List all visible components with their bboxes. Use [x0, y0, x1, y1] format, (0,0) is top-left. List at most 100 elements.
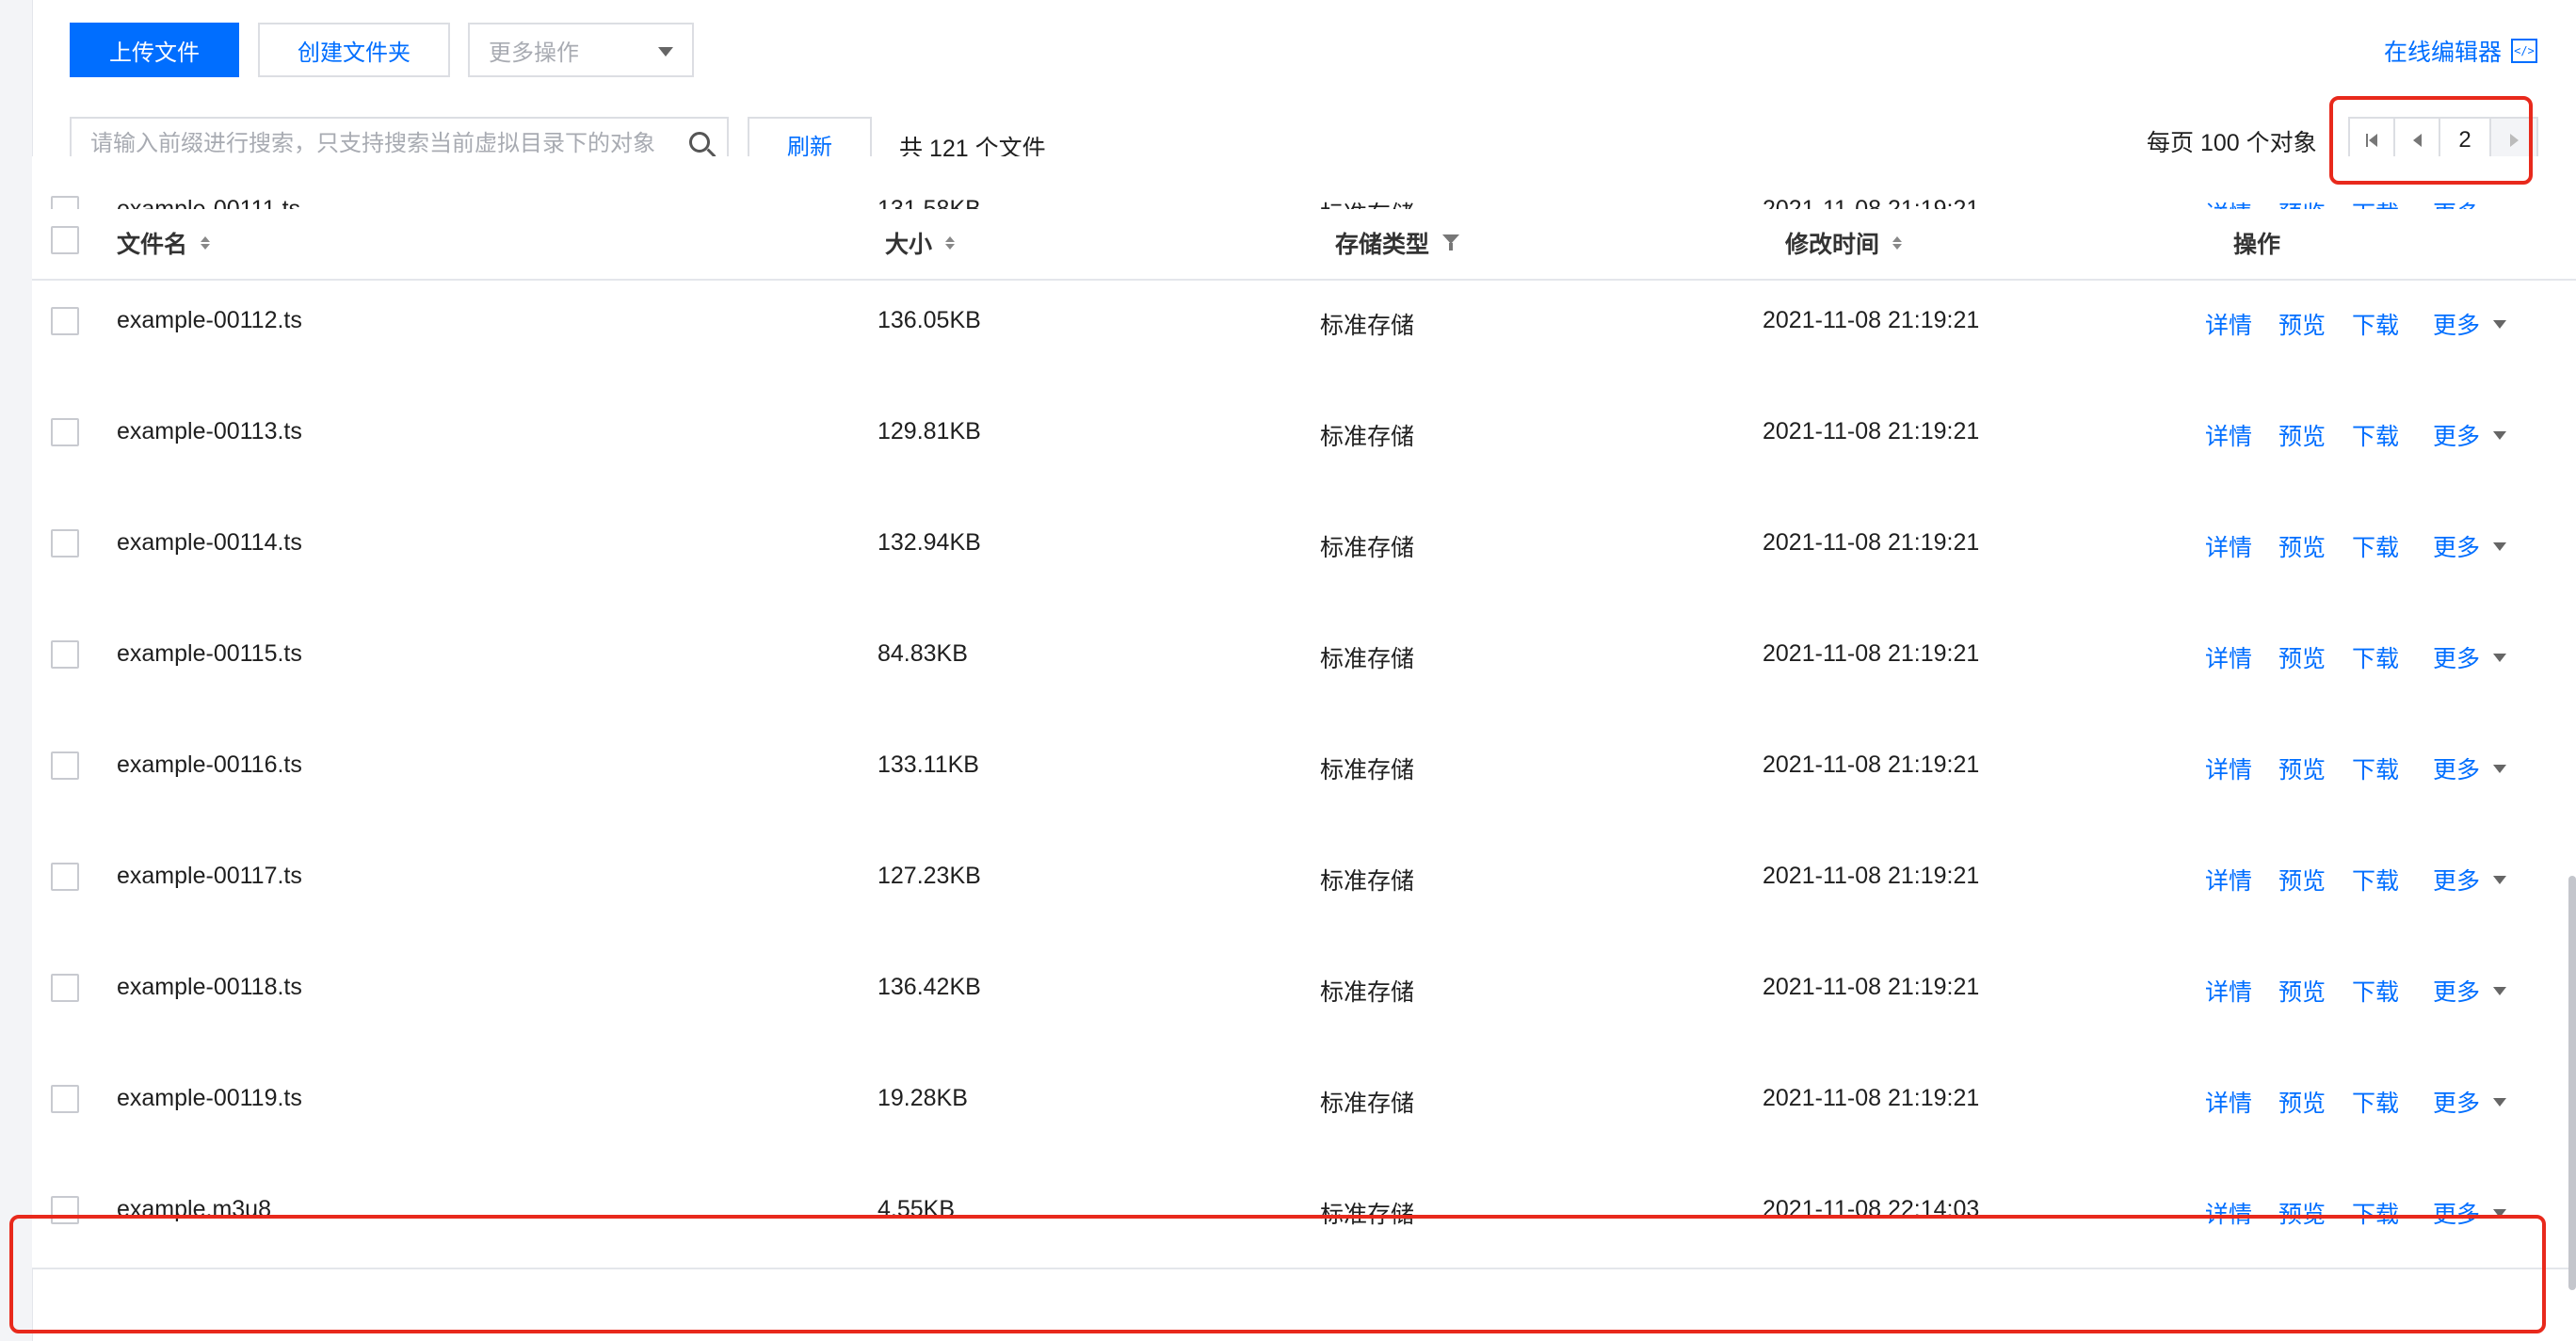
storage-type: 标准存储: [1320, 535, 1415, 561]
preview-link[interactable]: 预览: [2278, 1196, 2326, 1230]
download-link[interactable]: 下载: [2352, 1196, 2399, 1230]
row-checkbox[interactable]: [51, 529, 79, 557]
row-checkbox[interactable]: [51, 418, 79, 446]
more-dropdown[interactable]: 更多: [2433, 418, 2507, 452]
preview-link[interactable]: 预览: [2278, 307, 2326, 341]
more-dropdown[interactable]: 更多: [2433, 974, 2507, 1008]
file-name[interactable]: example-00113.ts: [117, 418, 302, 445]
row-actions: 详情 预览 下载 更多: [2205, 529, 2507, 563]
table-row[interactable]: example-00116.ts 133.11KB 标准存储 2021-11-0…: [32, 712, 2576, 825]
select-all-checkbox[interactable]: [51, 226, 79, 254]
preview-link[interactable]: 预览: [2278, 529, 2326, 563]
table-row[interactable]: example-00115.ts 84.83KB 标准存储 2021-11-08…: [32, 601, 2576, 714]
download-link[interactable]: 下载: [2352, 974, 2399, 1008]
storage-type: 标准存储: [1320, 424, 1415, 450]
row-checkbox[interactable]: [51, 974, 79, 1002]
download-link[interactable]: 下载: [2352, 1085, 2399, 1119]
chevron-down-icon: [2493, 541, 2507, 551]
file-size: 19.28KB: [877, 1085, 968, 1111]
more-dropdown[interactable]: 更多: [2433, 307, 2507, 341]
storage-type: 标准存储: [1320, 313, 1415, 339]
table-row[interactable]: example-00117.ts 127.23KB 标准存储 2021-11-0…: [32, 823, 2576, 936]
detail-link[interactable]: 详情: [2205, 529, 2252, 563]
download-link[interactable]: 下载: [2352, 529, 2399, 563]
more-dropdown[interactable]: 更多: [2433, 640, 2507, 674]
file-name[interactable]: example-00118.ts: [117, 974, 302, 1001]
preview-link[interactable]: 预览: [2278, 640, 2326, 674]
file-name[interactable]: example-00119.ts: [117, 1085, 302, 1112]
row-actions: 详情 预览 下载 更多: [2205, 640, 2507, 674]
file-name[interactable]: example.m3u8: [117, 1196, 271, 1223]
file-name[interactable]: example-00114.ts: [117, 529, 302, 557]
row-checkbox[interactable]: [51, 1085, 79, 1113]
table-row[interactable]: example-00118.ts 136.42KB 标准存储 2021-11-0…: [32, 934, 2576, 1047]
download-link[interactable]: 下载: [2352, 640, 2399, 674]
storage-type: 标准存储: [1320, 757, 1415, 784]
preview-link[interactable]: 预览: [2278, 974, 2326, 1008]
preview-link[interactable]: 预览: [2278, 1085, 2326, 1119]
more-dropdown[interactable]: 更多: [2433, 863, 2507, 897]
column-header-storage-type[interactable]: 存储类型: [1335, 226, 1460, 260]
more-label: 更多: [2433, 757, 2481, 784]
modified-time: 2021-11-08 21:19:21: [1763, 307, 1980, 333]
more-label: 更多: [2433, 979, 2481, 1006]
file-name[interactable]: example-00112.ts: [117, 307, 302, 334]
more-label: 更多: [2433, 313, 2481, 339]
code-editor-icon: </>: [2511, 39, 2538, 63]
table-row[interactable]: example-00112.ts 136.05KB 标准存储 2021-11-0…: [32, 267, 2576, 380]
filter-icon[interactable]: [1442, 234, 1460, 250]
file-name[interactable]: example-00117.ts: [117, 863, 302, 890]
download-link[interactable]: 下载: [2352, 863, 2399, 897]
column-header-name[interactable]: 文件名: [117, 226, 211, 260]
detail-link[interactable]: 详情: [2205, 751, 2252, 785]
detail-link[interactable]: 详情: [2205, 1085, 2252, 1119]
chevron-left-icon: [2412, 134, 2422, 147]
chevron-down-icon: [2493, 764, 2507, 773]
modified-time: 2021-11-08 21:19:21: [1763, 640, 1980, 667]
file-size: 136.42KB: [877, 974, 981, 1000]
sort-icon: [201, 236, 211, 250]
row-checkbox[interactable]: [51, 640, 79, 669]
table-row[interactable]: example-00113.ts 129.81KB 标准存储 2021-11-0…: [32, 379, 2576, 492]
more-actions-select[interactable]: 更多操作: [468, 23, 694, 77]
file-name[interactable]: example-00116.ts: [117, 751, 302, 779]
row-checkbox[interactable]: [51, 863, 79, 891]
search-icon[interactable]: [689, 132, 710, 153]
upload-file-button[interactable]: 上传文件: [70, 23, 239, 77]
file-name[interactable]: example-00115.ts: [117, 640, 302, 668]
table-row[interactable]: example.m3u8 4.55KB 标准存储 2021-11-08 22:1…: [32, 1156, 2576, 1269]
detail-link[interactable]: 详情: [2205, 640, 2252, 674]
detail-link[interactable]: 详情: [2205, 1196, 2252, 1230]
online-editor-link[interactable]: 在线编辑器 </>: [2384, 34, 2538, 68]
preview-link[interactable]: 预览: [2278, 863, 2326, 897]
modified-time: 2021-11-08 21:19:21: [1763, 1085, 1980, 1111]
sort-icon: [1892, 236, 1903, 250]
detail-link[interactable]: 详情: [2205, 418, 2252, 452]
modified-time: 2021-11-08 21:19:21: [1763, 751, 1980, 778]
download-link[interactable]: 下载: [2352, 751, 2399, 785]
more-dropdown[interactable]: 更多: [2433, 751, 2507, 785]
detail-link[interactable]: 详情: [2205, 974, 2252, 1008]
table-row[interactable]: example-00119.ts 19.28KB 标准存储 2021-11-08…: [32, 1045, 2576, 1158]
download-link[interactable]: 下载: [2352, 307, 2399, 341]
row-checkbox[interactable]: [51, 307, 79, 335]
more-dropdown[interactable]: 更多: [2433, 1196, 2507, 1230]
column-header-size-label: 大小: [885, 232, 933, 258]
column-header-modified-time-label: 修改时间: [1785, 232, 1880, 258]
download-link[interactable]: 下载: [2352, 418, 2399, 452]
row-checkbox[interactable]: [51, 1196, 79, 1224]
preview-link[interactable]: 预览: [2278, 418, 2326, 452]
create-folder-button[interactable]: 创建文件夹: [258, 23, 450, 77]
vertical-scrollbar[interactable]: [2568, 876, 2576, 1290]
row-actions: 详情 预览 下载 更多: [2205, 307, 2507, 341]
detail-link[interactable]: 详情: [2205, 307, 2252, 341]
table-row[interactable]: example-00114.ts 132.94KB 标准存储 2021-11-0…: [32, 490, 2576, 603]
more-dropdown[interactable]: 更多: [2433, 529, 2507, 563]
more-label: 更多: [2433, 1202, 2481, 1228]
column-header-size[interactable]: 大小: [885, 226, 956, 260]
column-header-modified-time[interactable]: 修改时间: [1785, 226, 1903, 260]
more-dropdown[interactable]: 更多: [2433, 1085, 2507, 1119]
preview-link[interactable]: 预览: [2278, 751, 2326, 785]
detail-link[interactable]: 详情: [2205, 863, 2252, 897]
row-checkbox[interactable]: [51, 751, 79, 780]
